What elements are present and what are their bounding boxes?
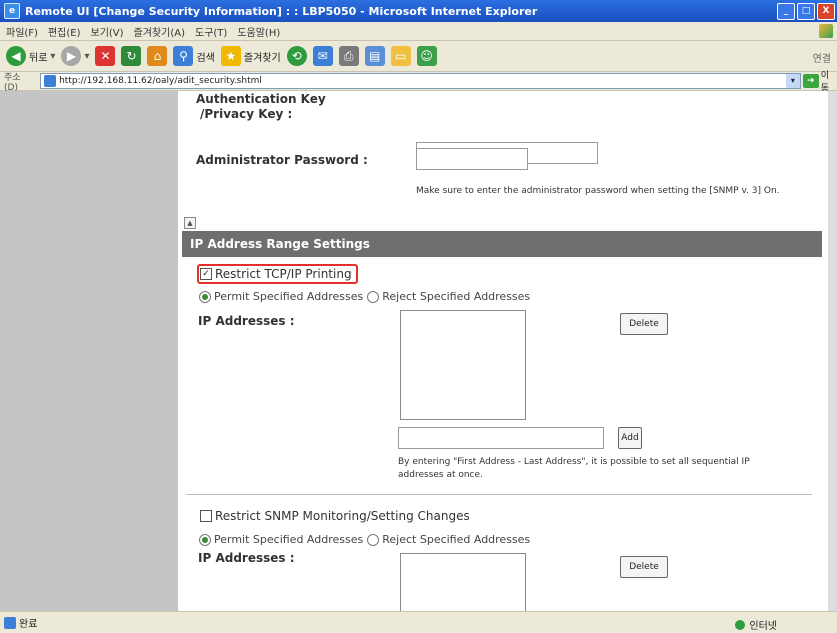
history-button[interactable]: ⟲: [286, 46, 307, 66]
auth-key-label-line2: /Privacy Key :: [200, 107, 293, 121]
tcpip-reject-label: Reject Specified Addresses: [382, 290, 531, 303]
messenger-icon: ☺: [416, 46, 437, 66]
tcpip-add-button[interactable]: Add: [618, 427, 642, 449]
folder-icon: ▭: [390, 46, 411, 66]
mail-icon: ✉: [312, 46, 333, 66]
close-button[interactable]: X: [817, 3, 835, 20]
menu-file[interactable]: 파일(F): [6, 24, 38, 39]
section-divider: [186, 494, 812, 495]
favorites-label: 즐겨찾기: [243, 52, 281, 64]
menu-bar: 파일(F) 편집(E) 보기(V) 즐겨찾기(A) 도구(T) 도움말(H): [0, 22, 837, 41]
messenger-button[interactable]: ☺: [416, 46, 437, 66]
restrict-snmp-checkbox[interactable]: [200, 510, 212, 522]
print-icon: ⎙: [338, 46, 359, 66]
menu-edit[interactable]: 편집(E): [48, 24, 81, 39]
tcpip-mode-radios: Permit Specified Addresses Reject Specif…: [199, 290, 530, 303]
forward-dropdown-icon[interactable]: ▾: [84, 51, 89, 62]
edit-icon: ▤: [364, 46, 385, 66]
search-button[interactable]: ⚲ 검색: [173, 46, 215, 66]
go-button[interactable]: ➜: [802, 74, 819, 88]
back-to-top-icon[interactable]: ▲: [184, 217, 196, 229]
forward-button[interactable]: ▶ ▾: [61, 46, 89, 66]
admin-password-note: Make sure to enter the administrator pas…: [416, 186, 780, 196]
back-label: 뒤로: [29, 52, 48, 64]
vertical-scrollbar[interactable]: [828, 91, 837, 611]
tcpip-add-input[interactable]: [398, 427, 604, 449]
restrict-snmp-option[interactable]: Restrict SNMP Monitoring/Setting Changes: [200, 509, 470, 523]
snmp-reject-radio[interactable]: [367, 533, 380, 546]
admin-password-label: Administrator Password :: [196, 153, 368, 167]
left-navigation-pane: [0, 91, 178, 611]
tcpip-add-note-line2: addresses at once.: [398, 470, 483, 480]
address-label: 주소(D): [4, 72, 21, 93]
folder-button[interactable]: ▭: [390, 46, 411, 66]
status-bar: 완료 인터넷: [0, 611, 837, 633]
menu-view[interactable]: 보기(V): [91, 24, 124, 39]
tcpip-reject-radio[interactable]: [367, 290, 380, 303]
restrict-tcpip-label: Restrict TCP/IP Printing: [215, 267, 352, 281]
back-arrow-icon: ◀: [6, 46, 26, 66]
snmp-permit-label: Permit Specified Addresses: [214, 533, 364, 546]
page-done-icon: [4, 616, 16, 629]
edit-button[interactable]: ▤: [364, 46, 385, 66]
snmp-ip-list[interactable]: [400, 553, 526, 611]
links-label[interactable]: 연결: [813, 50, 831, 65]
home-button[interactable]: ⌂: [147, 46, 168, 66]
restrict-tcpip-checkbox[interactable]: ✓: [200, 268, 212, 280]
address-input[interactable]: http://192.168.11.62/oaly/adit_security.…: [40, 73, 801, 89]
windows-flag-icon: [819, 24, 833, 38]
mail-button[interactable]: ✉: [312, 46, 333, 66]
menu-help[interactable]: 도움말(H): [237, 24, 280, 39]
back-dropdown-icon[interactable]: ▾: [50, 51, 55, 62]
menu-favorites[interactable]: 즐겨찾기(A): [134, 24, 185, 39]
minimize-button[interactable]: _: [777, 3, 795, 20]
stop-button[interactable]: ✕: [95, 46, 116, 66]
address-bar: 주소(D) http://192.168.11.62/oaly/adit_sec…: [0, 71, 837, 94]
menu-tools[interactable]: 도구(T): [195, 24, 227, 39]
browser-content: Authentication Key /Privacy Key : Admini…: [0, 91, 837, 611]
home-icon: ⌂: [147, 46, 168, 66]
page-icon: [44, 75, 57, 87]
settings-page: Authentication Key /Privacy Key : Admini…: [178, 91, 828, 611]
search-icon: ⚲: [173, 46, 194, 66]
history-icon: ⟲: [286, 46, 307, 66]
tcpip-ip-list[interactable]: [400, 310, 526, 420]
favorites-button[interactable]: ★ 즐겨찾기: [220, 46, 281, 66]
snmp-permit-radio[interactable]: [199, 533, 211, 546]
window-title: Remote UI [Change Security Information] …: [25, 4, 538, 18]
admin-password-input[interactable]: [416, 148, 528, 170]
window-controls: _ □ X: [777, 3, 835, 20]
restrict-snmp-label: Restrict SNMP Monitoring/Setting Changes: [215, 509, 470, 523]
star-icon: ★: [220, 46, 241, 66]
snmp-mode-radios: Permit Specified Addresses Reject Specif…: [199, 533, 530, 546]
snmp-delete-button[interactable]: Delete: [620, 556, 668, 578]
refresh-button[interactable]: ↻: [121, 46, 142, 66]
tcpip-ip-addresses-label: IP Addresses :: [198, 314, 295, 328]
snmp-reject-label: Reject Specified Addresses: [382, 533, 531, 546]
toolbar: ◀ 뒤로 ▾ ▶ ▾ ✕ ↻ ⌂ ⚲ 검색 ★ 즐겨찾기 ⟲ ✉ ⎙ ▤ ▭ ☺…: [0, 41, 837, 72]
title-bar: e Remote UI [Change Security Information…: [0, 0, 837, 22]
ip-range-section-header: IP Address Range Settings: [182, 231, 822, 257]
snmp-ip-addresses-label: IP Addresses :: [198, 551, 295, 565]
restrict-tcpip-option[interactable]: ✓ Restrict TCP/IP Printing: [197, 264, 358, 284]
tcpip-add-note-line1: By entering "First Address - Last Addres…: [398, 457, 750, 467]
maximize-button[interactable]: □: [797, 3, 815, 20]
tcpip-permit-label: Permit Specified Addresses: [214, 290, 364, 303]
status-text: 완료: [19, 619, 38, 630]
stop-icon: ✕: [95, 46, 116, 66]
auth-key-label-line1: Authentication Key: [196, 92, 326, 106]
tcpip-delete-button[interactable]: Delete: [620, 313, 668, 335]
tcpip-permit-radio[interactable]: [199, 290, 211, 303]
back-button[interactable]: ◀ 뒤로 ▾: [6, 46, 55, 66]
zone-text: 인터넷: [749, 621, 777, 632]
forward-arrow-icon: ▶: [61, 46, 82, 66]
print-button[interactable]: ⎙: [338, 46, 359, 66]
url-text: http://192.168.11.62/oaly/adit_security.…: [59, 76, 262, 86]
address-dropdown-icon[interactable]: ▾: [785, 74, 800, 88]
security-zone: 인터넷: [735, 617, 777, 632]
ie-logo-icon: e: [4, 3, 20, 19]
internet-globe-icon: [735, 619, 746, 630]
search-label: 검색: [196, 52, 215, 64]
refresh-icon: ↻: [121, 46, 142, 66]
